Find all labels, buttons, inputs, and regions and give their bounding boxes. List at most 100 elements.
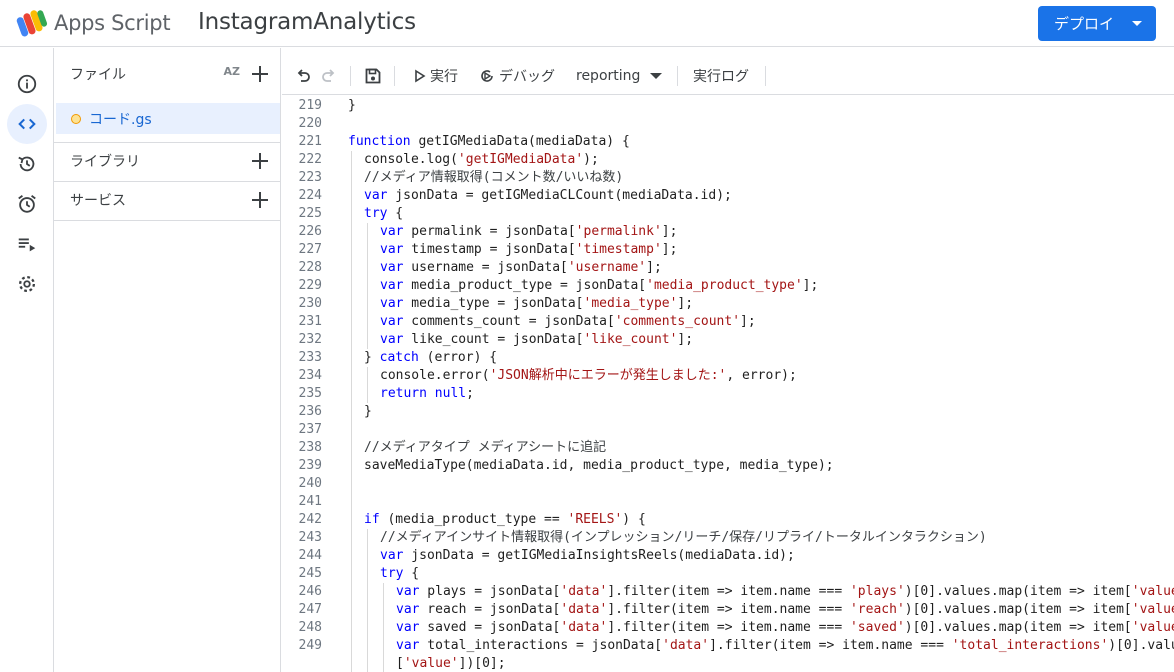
code-token: media_product_type = jsonData[	[403, 278, 647, 293]
code-token: jsonData = getIGMediaInsightsReels(media…	[403, 548, 795, 563]
line-number: 219	[298, 98, 322, 113]
code-token: 'data'	[560, 584, 608, 599]
toolbar-divider	[350, 66, 351, 86]
code-token: );	[583, 152, 599, 167]
toolbar-divider	[677, 66, 678, 86]
line-number: 242	[298, 512, 322, 527]
add-file-icon[interactable]	[250, 64, 270, 84]
code-text: var comments_count = jsonData['comments_…	[380, 313, 756, 331]
code-text: try {	[364, 205, 403, 223]
debug-button[interactable]: デバッグ	[479, 65, 555, 87]
code-token: //メディアインサイト情報取得(インプレッション/リーチ/保存/リプライ/トータ…	[380, 530, 987, 545]
deploy-button[interactable]: デプロイ	[1038, 6, 1156, 41]
libraries-section-title: ライブラリ	[70, 154, 140, 170]
rail-overview[interactable]	[7, 64, 47, 104]
add-service-icon[interactable]	[250, 190, 270, 210]
code-token: if	[364, 512, 380, 527]
line-number: 248	[298, 620, 322, 635]
code-token: 'media_product_type'	[646, 278, 803, 293]
rail-settings[interactable]	[7, 264, 47, 304]
code-text: var like_count = jsonData['like_count'];	[380, 331, 693, 349]
line-number: 226	[298, 224, 322, 239]
toolbar-divider	[765, 66, 766, 86]
code-text: console.log('getIGMediaData');	[364, 151, 599, 169]
code-editor[interactable]: 219} 220 221 function getIGMediaData(mediaD…	[282, 96, 1174, 672]
code-token: permalink = jsonData[	[403, 224, 576, 239]
code-token: var	[396, 584, 420, 599]
code-token: 'getIGMediaData'	[457, 152, 584, 167]
execution-log-button[interactable]: 実行ログ	[693, 65, 749, 87]
code-token: ) {	[622, 512, 646, 527]
project-title[interactable]: InstagramAnalytics	[198, 9, 416, 35]
code-token: console.error(	[380, 368, 490, 383]
code-token: var	[380, 278, 404, 293]
code-token: 'data'	[560, 602, 608, 617]
code-token: 'permalink'	[575, 224, 662, 239]
code-token: return	[380, 386, 427, 401]
code-token: var	[380, 548, 404, 563]
code-text: }	[348, 97, 356, 115]
rail-executions[interactable]	[7, 224, 47, 264]
code-token: ];	[661, 224, 678, 239]
redo-button[interactable]	[320, 65, 338, 87]
debug-label: デバッグ	[499, 69, 555, 85]
apps-script-logo-icon[interactable]	[16, 8, 48, 38]
code-token: var	[380, 314, 404, 329]
app-name[interactable]: Apps Script	[54, 11, 171, 35]
libraries-section-header[interactable]: ライブラリ	[54, 141, 280, 181]
services-section-header[interactable]: サービス	[54, 180, 280, 220]
code-token: ];	[677, 296, 694, 311]
unsaved-dot-icon	[71, 113, 81, 124]
line-number: 244	[298, 548, 322, 563]
line-number: 235	[298, 386, 322, 401]
file-item-code-gs[interactable]: コード.gs	[56, 103, 280, 134]
line-number: 223	[298, 170, 322, 185]
line-number: 241	[298, 494, 322, 509]
code-token: ].filter(item => item.name ===	[709, 638, 952, 653]
function-select[interactable]: reporting	[576, 65, 663, 87]
sort-az-icon[interactable]: AZ	[224, 65, 241, 78]
code-token: //メディア情報取得(コメント数/いいね数)	[364, 170, 624, 185]
code-token: 'saved'	[849, 620, 905, 635]
save-icon	[365, 68, 381, 84]
execution-log-label: 実行ログ	[693, 69, 749, 85]
code-token: null	[434, 386, 467, 401]
code-text: var permalink = jsonData['permalink'];	[380, 223, 677, 241]
code-token: {	[403, 566, 420, 581]
code-token: var	[364, 188, 388, 203]
rail-history[interactable]	[7, 144, 47, 184]
line-number: 228	[298, 260, 322, 275]
code-token: like_count = jsonData[	[403, 332, 584, 347]
code-token: reach = jsonData[	[419, 602, 561, 617]
rail-triggers[interactable]	[7, 184, 47, 224]
save-button[interactable]	[364, 65, 382, 87]
undo-button[interactable]	[294, 65, 312, 87]
line-number: 240	[298, 476, 322, 491]
line-number: 247	[298, 602, 322, 617]
line-number: 229	[298, 278, 322, 293]
code-token: 'plays'	[849, 584, 905, 599]
code-token: 'reach'	[849, 602, 905, 617]
add-library-icon[interactable]	[250, 151, 270, 171]
code-text: //メディアタイプ メディアシートに追記	[364, 439, 606, 457]
line-number: 246	[298, 584, 322, 599]
run-button[interactable]: 実行	[414, 65, 458, 87]
code-token: ].filter(item => item.name ===	[607, 602, 850, 617]
code-text: console.error('JSON解析中にエラーが発生しました:', err…	[380, 367, 797, 385]
left-nav-rail	[0, 48, 54, 672]
code-text: //メディア情報取得(コメント数/いいね数)	[364, 169, 623, 187]
line-number: 233	[298, 350, 322, 365]
code-token: jsonData = getIGMediaCLCount(mediaData.i…	[387, 188, 732, 203]
run-label: 実行	[430, 69, 458, 85]
code-text: var saved = jsonData['data'].filter(item…	[396, 619, 1174, 637]
code-token: 'media_type'	[583, 296, 678, 311]
code-token: var	[396, 620, 420, 635]
code-token: ].filter(item => item.name ===	[607, 620, 850, 635]
code-token: //メディアタイプ メディアシートに追記	[364, 440, 607, 455]
rail-editor[interactable]	[7, 104, 47, 144]
function-select-value: reporting	[576, 68, 641, 84]
line-number: 230	[298, 296, 322, 311]
code-token: var	[380, 260, 404, 275]
code-token: plays = jsonData[	[419, 584, 561, 599]
code-token: {	[387, 206, 404, 221]
